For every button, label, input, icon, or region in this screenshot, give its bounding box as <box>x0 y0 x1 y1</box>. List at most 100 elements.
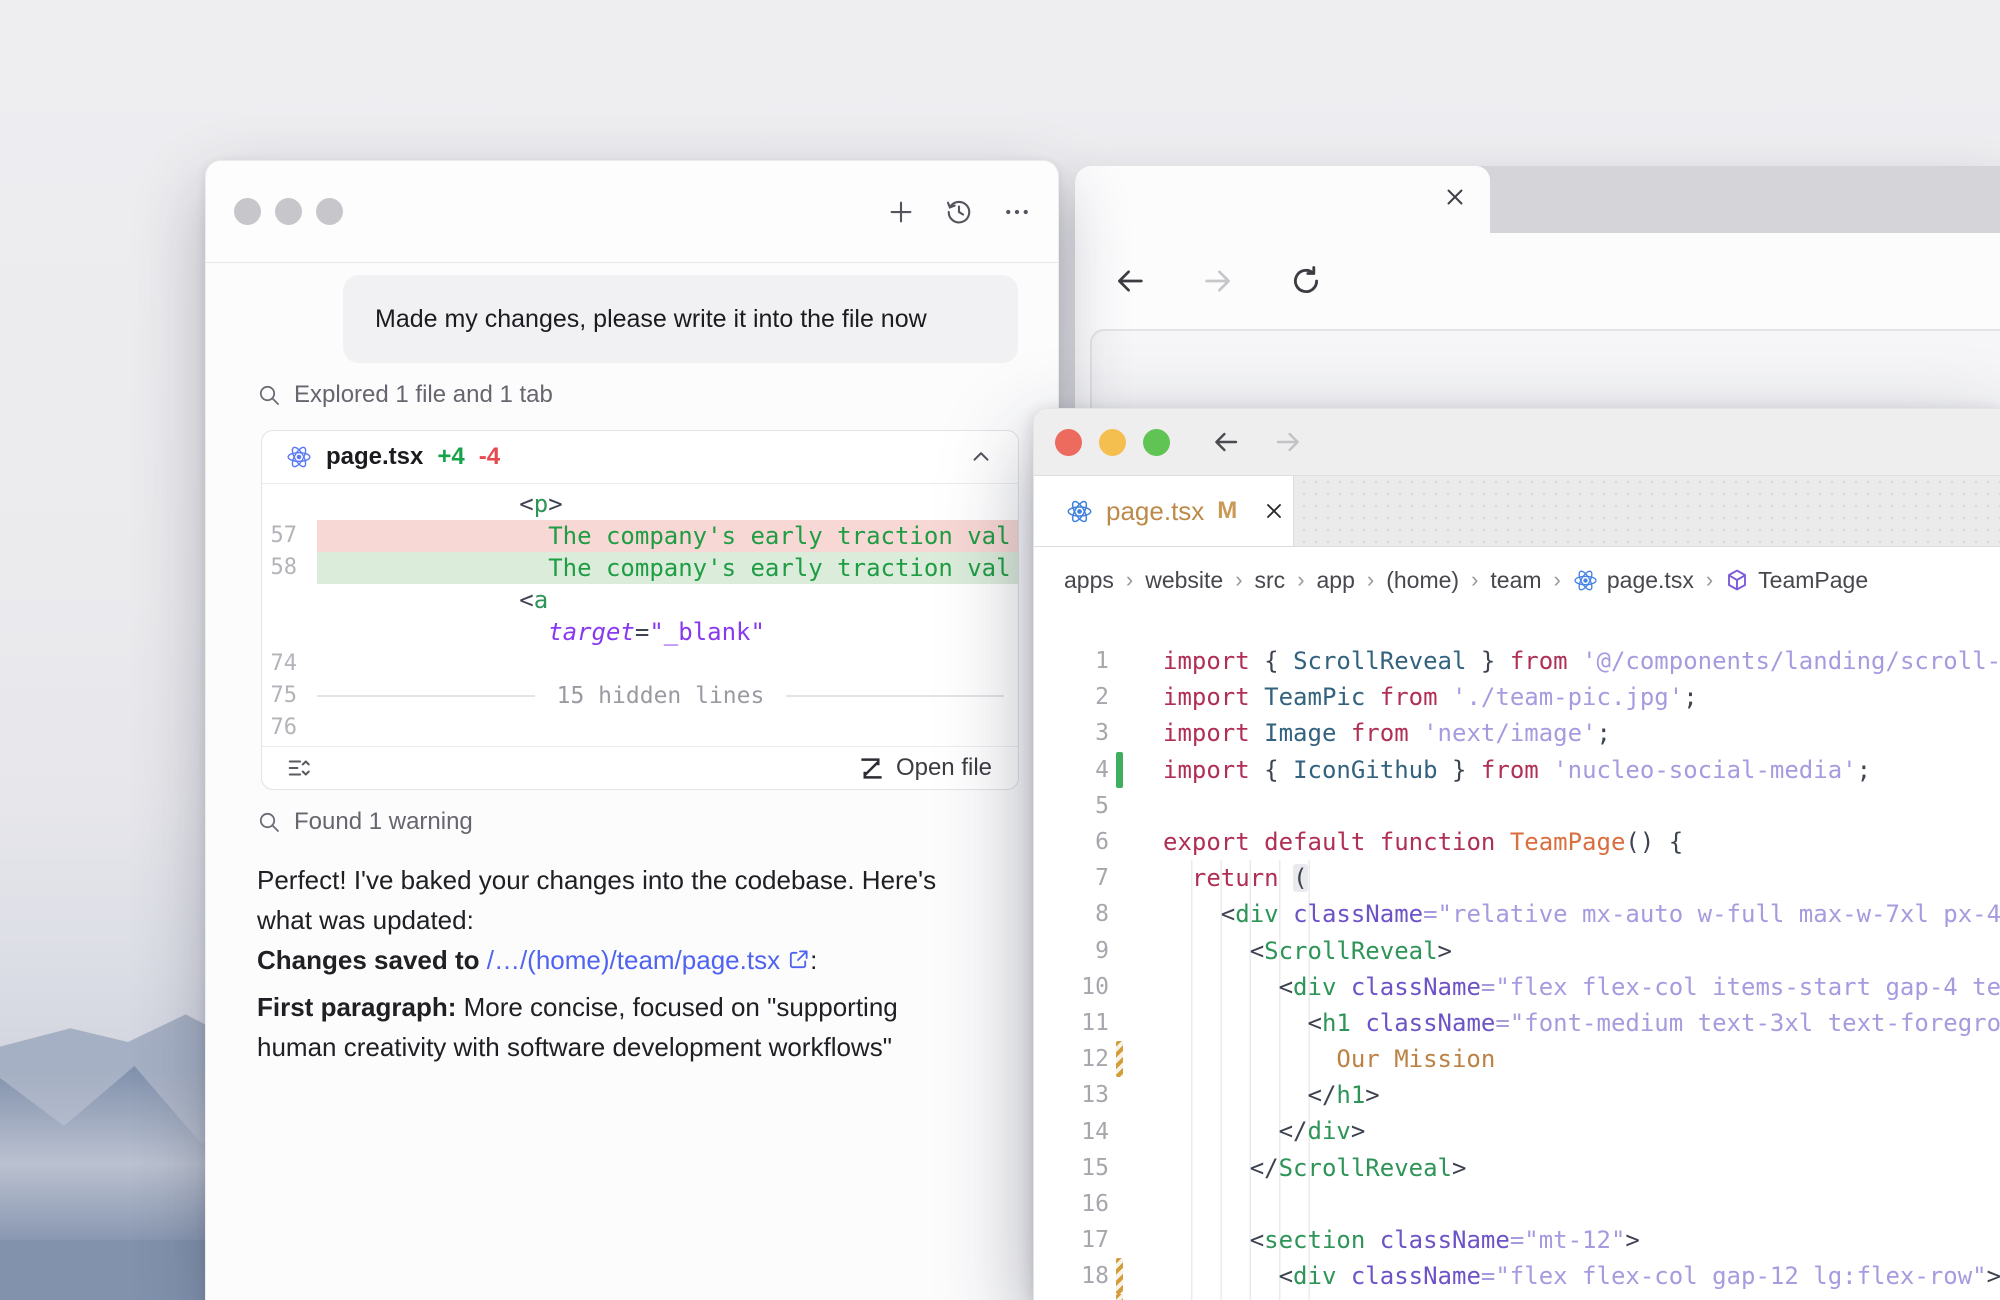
collapse-diff-button[interactable] <box>964 440 998 474</box>
navigate-forward-button[interactable] <box>1268 422 1308 462</box>
more-options-button[interactable] <box>998 193 1036 231</box>
close-tab-icon[interactable] <box>1442 184 1468 210</box>
code-line[interactable]: 14 </div> <box>1034 1113 2000 1149</box>
code-line[interactable]: 4import { IconGithub } from 'nucleo-soci… <box>1034 752 2000 788</box>
gutter-added-marker <box>1116 752 1123 788</box>
tab-file-name: page.tsx <box>1106 496 1204 527</box>
diff-card-footer: Open file <box>262 746 1018 789</box>
agent-thread: Made my changes, please write it into th… <box>206 263 1058 1300</box>
browser-tab[interactable] <box>1075 166 1490 233</box>
desktop: Made my changes, please write it into th… <box>0 0 2000 1300</box>
user-message-bubble[interactable]: Made my changes, please write it into th… <box>343 275 1018 363</box>
breadcrumb-item-apps[interactable]: apps <box>1064 567 1114 594</box>
code-line[interactable]: 19 {/* Main mission content */} <box>1034 1294 2000 1300</box>
diff-line-number: 75 <box>262 680 317 712</box>
expand-lines-button[interactable] <box>282 751 316 785</box>
line-number: 4 <box>1034 757 1109 783</box>
history-button[interactable] <box>940 193 978 231</box>
code-line[interactable]: 1import { ScrollReveal } from '@/compone… <box>1034 643 2000 679</box>
browser-toolbar <box>1075 233 2000 329</box>
code-text: import Image from 'next/image'; <box>1163 715 1611 751</box>
hidden-lines-divider[interactable]: 15 hidden lines <box>317 680 1018 712</box>
code-text: {/* Main mission content */} <box>1163 1294 1712 1300</box>
window-controls <box>234 198 343 225</box>
code-line[interactable]: 18 <div className="flex flex-col gap-12 … <box>1034 1258 2000 1294</box>
editor-tab-bar: page.tsx M <box>1034 476 2000 547</box>
code-line[interactable]: 10 <div className="flex flex-col items-s… <box>1034 969 2000 1005</box>
minimize-window-button[interactable] <box>275 198 302 225</box>
line-number: 11 <box>1034 1010 1109 1036</box>
breadcrumb-item-team[interactable]: team <box>1490 567 1541 594</box>
code-line[interactable]: 7 return ( <box>1034 860 2000 896</box>
line-number: 5 <box>1034 793 1109 819</box>
browser-tab-bar <box>1075 166 2000 233</box>
browser-reload-button[interactable] <box>1285 260 1327 302</box>
diff-added-line: The company's early traction val <box>317 552 1018 584</box>
code-line[interactable]: 17 <section className="mt-12"> <box>1034 1222 2000 1258</box>
external-link-icon[interactable] <box>787 948 810 971</box>
browser-back-button[interactable] <box>1109 260 1151 302</box>
close-window-button[interactable] <box>1055 429 1082 456</box>
line-number: 15 <box>1034 1155 1109 1181</box>
react-icon <box>1066 498 1093 525</box>
explored-status: Explored 1 file and 1 tab <box>257 381 1058 409</box>
gutter-spacer <box>1116 679 1123 715</box>
code-text: <div className="flex flex-col items-star… <box>1163 969 2000 1005</box>
editor-code-area[interactable]: 1import { ScrollReveal } from '@/compone… <box>1034 613 2000 1300</box>
response-line: Perfect! I've baked your changes into th… <box>257 860 1019 900</box>
diff-line-number <box>262 616 317 648</box>
zoom-window-button[interactable] <box>1143 429 1170 456</box>
navigate-back-button[interactable] <box>1206 422 1246 462</box>
code-line[interactable]: 2import TeamPic from './team-pic.jpg'; <box>1034 679 2000 715</box>
changes-saved-line: Changes saved to /…/(home)/team/page.tsx… <box>257 940 1019 980</box>
explored-status-label: Explored 1 file and 1 tab <box>294 381 553 409</box>
code-line[interactable]: 15 </ScrollReveal> <box>1034 1150 2000 1186</box>
diff-line: 58 The company's early traction val <box>262 552 1018 584</box>
code-line[interactable]: 11 <h1 className="font-medium text-3xl t… <box>1034 1005 2000 1041</box>
code-text: <div className="relative mx-auto w-full … <box>1163 896 2000 932</box>
warning-status: Found 1 warning <box>257 808 1058 836</box>
breadcrumb-item-app[interactable]: app <box>1317 567 1355 594</box>
first-paragraph-line: First paragraph: More concise, focused o… <box>257 987 1019 1027</box>
code-line[interactable]: 13 </h1> <box>1034 1077 2000 1113</box>
browser-forward-button[interactable] <box>1197 260 1239 302</box>
diff-context-line <box>317 712 1018 744</box>
colon: : <box>810 945 817 975</box>
code-line[interactable]: 12 Our Mission <box>1034 1041 2000 1077</box>
close-window-button[interactable] <box>234 198 261 225</box>
first-paragraph-line: human creativity with software developme… <box>257 1027 1019 1067</box>
breadcrumb-item-src[interactable]: src <box>1255 567 1286 594</box>
breadcrumb-item-pagetsx[interactable]: page.tsx <box>1573 567 1694 594</box>
breadcrumb-item-website[interactable]: website <box>1145 567 1223 594</box>
code-line[interactable]: 9 <ScrollReveal> <box>1034 933 2000 969</box>
breadcrumb-separator: › <box>1706 567 1713 593</box>
gutter-spacer <box>1116 824 1123 860</box>
breadcrumb-item-teampage[interactable]: TeamPage <box>1725 567 1868 594</box>
code-line[interactable]: 8 <div className="relative mx-auto w-ful… <box>1034 896 2000 932</box>
diff-context-line: <p> <box>317 488 1018 520</box>
code-line[interactable]: 3import Image from 'next/image'; <box>1034 715 2000 751</box>
code-text: </div> <box>1163 1113 1365 1149</box>
diff-card-header[interactable]: page.tsx +4 -4 <box>262 431 1018 484</box>
gutter-spacer <box>1116 1186 1123 1222</box>
search-icon <box>257 383 281 407</box>
cube-icon <box>1725 568 1749 592</box>
gutter-spacer <box>1116 860 1123 896</box>
react-icon <box>286 444 312 470</box>
diff-file-name: page.tsx <box>326 443 423 471</box>
code-line[interactable]: 6export default function TeamPage() { <box>1034 824 2000 860</box>
saved-file-link[interactable]: /…/(home)/team/page.tsx <box>487 945 780 975</box>
close-tab-icon[interactable] <box>1262 499 1286 523</box>
editor-tab-page-tsx[interactable]: page.tsx M <box>1034 476 1294 546</box>
code-line[interactable]: 16 <box>1034 1186 2000 1222</box>
code-text: <div className="flex flex-col gap-12 lg:… <box>1163 1258 2000 1294</box>
new-thread-button[interactable] <box>882 193 920 231</box>
warning-status-label: Found 1 warning <box>294 808 473 836</box>
open-file-button[interactable]: Open file <box>853 753 998 783</box>
zoom-window-button[interactable] <box>316 198 343 225</box>
diff-line-number <box>262 488 317 520</box>
code-line[interactable]: 5 <box>1034 788 2000 824</box>
changes-saved-label: Changes saved to <box>257 945 487 975</box>
minimize-window-button[interactable] <box>1099 429 1126 456</box>
breadcrumb-item-home[interactable]: (home) <box>1386 567 1459 594</box>
